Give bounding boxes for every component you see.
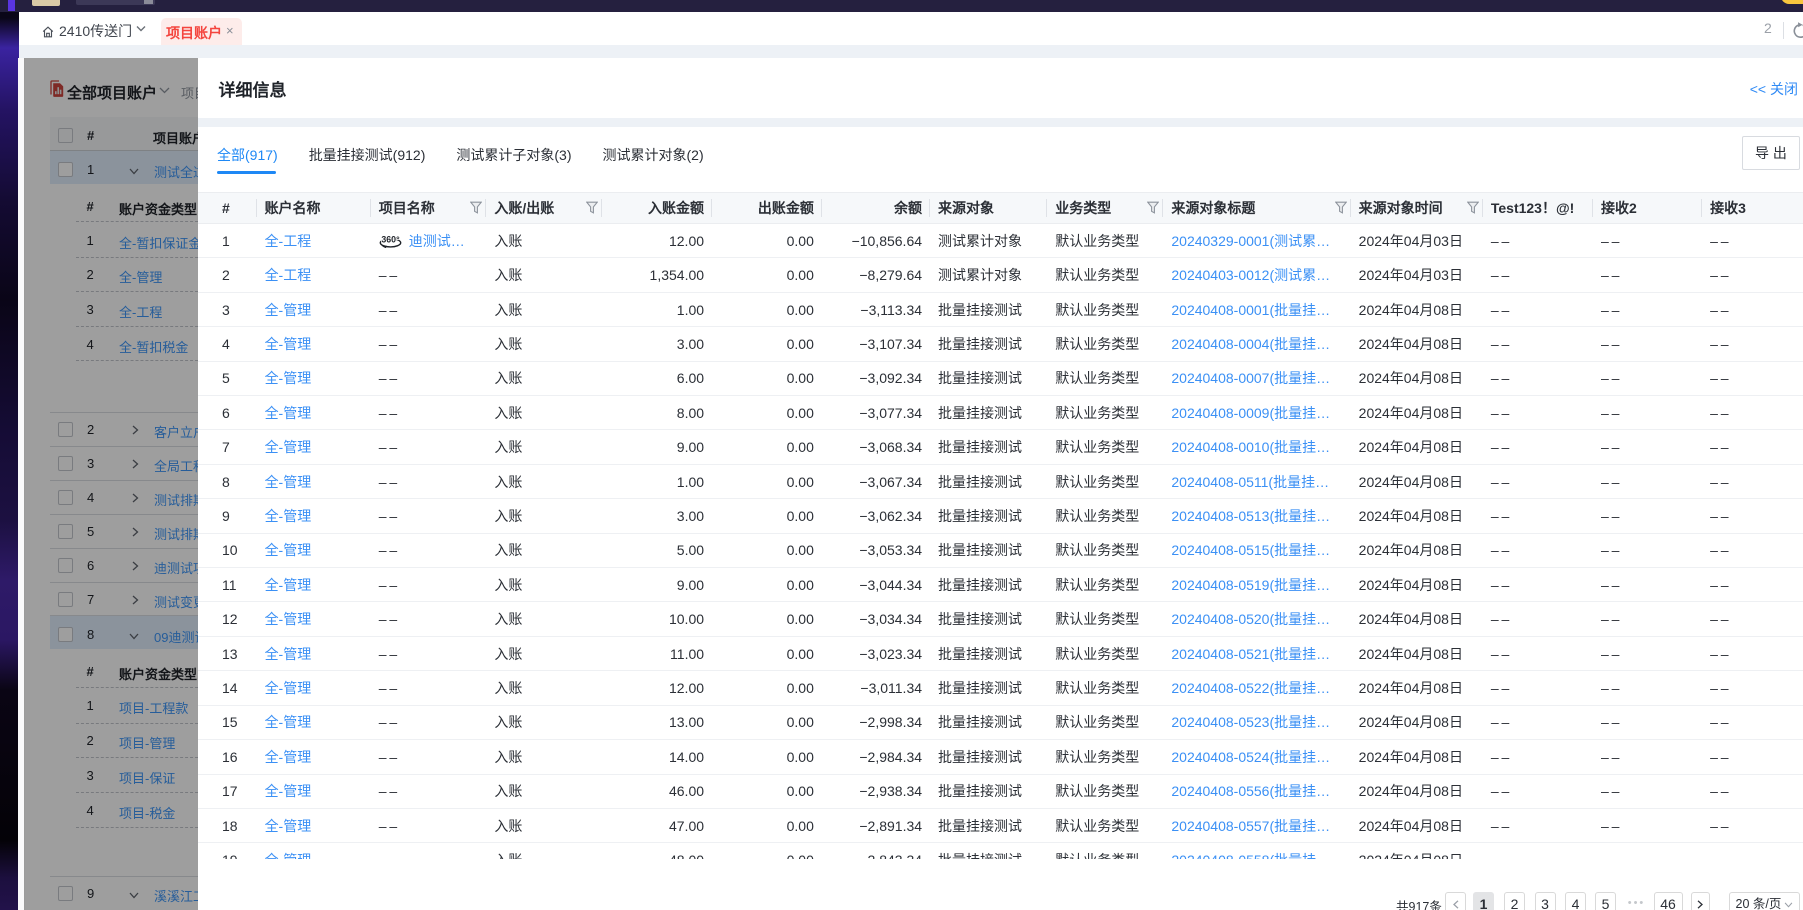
svg-text:360°: 360°	[381, 234, 400, 244]
